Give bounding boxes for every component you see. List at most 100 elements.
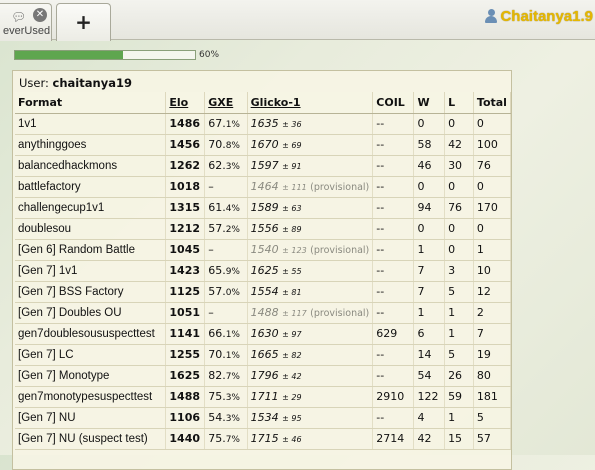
gxe-int: 62. <box>208 159 226 172</box>
total-cell: 19 <box>473 344 512 366</box>
user-menu[interactable]: Chaitanya1.9 <box>485 6 595 26</box>
elo-cell: 1423 <box>165 260 206 282</box>
losses-cell: 42 <box>444 134 474 156</box>
losses-cell: 59 <box>444 386 474 408</box>
new-tab-button[interactable]: + <box>56 3 111 41</box>
gxe-int: 61. <box>208 201 226 214</box>
losses-cell: 0 <box>444 218 474 240</box>
format-cell: [Gen 7] LC <box>15 344 167 366</box>
glicko-rating: 1534 <box>250 411 279 424</box>
gxe-int: 57. <box>208 222 226 235</box>
coil-cell: -- <box>372 365 415 387</box>
coil-cell: -- <box>372 176 415 198</box>
coil-cell: -- <box>372 260 415 282</box>
glicko-rating: 1711 <box>250 390 279 403</box>
elo-cell: 1488 <box>165 386 206 408</box>
format-cell: 1v1 <box>15 113 167 135</box>
wins-cell: 0 <box>413 218 446 240</box>
glicko-deviation: ± 81 <box>282 288 302 297</box>
table-row: 1v1 1486 67.1% 1635 ± 36 -- 0 0 0 <box>15 113 512 135</box>
table-row: anythinggoes 1456 70.8% 1670 ± 69 -- 58 42 100 <box>15 134 512 156</box>
gxe-dec: 1% <box>225 120 240 130</box>
gxe-dec: 4% <box>225 204 240 214</box>
gxe-cell: 70.8% <box>204 134 248 156</box>
glicko-deviation: ± 42 <box>282 372 302 381</box>
losses-cell: 3 <box>444 260 474 282</box>
top-bar: 💬︎ ✕ everUsed + Chaitanya1.9 <box>0 0 595 41</box>
col-coil: COIL <box>372 92 415 114</box>
col-losses: L <box>444 92 474 114</box>
losses-cell: 1 <box>444 302 474 324</box>
losses-cell: 26 <box>444 365 474 387</box>
gxe-int: 54. <box>208 411 226 424</box>
room-tab-label: everUsed <box>3 25 51 37</box>
losses-cell: 30 <box>444 155 474 177</box>
glicko-rating: 1715 <box>250 432 279 445</box>
gxe-dec: 8% <box>225 141 240 151</box>
total-cell: 0 <box>473 113 512 135</box>
gxe-int: – <box>208 180 214 193</box>
elo-cell: 1255 <box>165 344 206 366</box>
gxe-dec: 3% <box>225 162 240 172</box>
glicko-deviation: ± 36 <box>282 120 302 129</box>
wins-cell: 0 <box>413 113 446 135</box>
gxe-cell: – <box>204 239 248 261</box>
coil-cell: -- <box>372 302 415 324</box>
elo-cell: 1315 <box>165 197 206 219</box>
losses-cell: 15 <box>444 428 474 450</box>
table-row: [Gen 6] Random Battle 1045– 1540 ± 123 (pr… <box>15 239 512 261</box>
col-format: Format <box>15 92 167 114</box>
gxe-dec: 1% <box>225 330 240 340</box>
coil-cell: -- <box>372 281 415 303</box>
format-cell: doublesou <box>15 218 167 240</box>
glicko-rating: 1670 <box>250 138 279 151</box>
glicko-deviation: ± 82 <box>282 351 302 360</box>
provisional-tag: (provisional) <box>310 182 370 193</box>
format-cell: balancedhackmons <box>15 155 167 177</box>
room-tab-everused[interactable]: 💬︎ ✕ everUsed <box>0 3 52 41</box>
total-cell: 12 <box>473 281 512 303</box>
wins-cell: 7 <box>413 260 446 282</box>
glicko-deviation: ± 55 <box>282 267 302 276</box>
col-wins: W <box>413 92 446 114</box>
elo-cell: 1125 <box>165 281 206 303</box>
elo-cell: 1212 <box>165 218 206 240</box>
table-row: balancedhackmons 1262 62.3% 1597 ± 91 -- 46 3… <box>15 155 512 177</box>
format-cell: anythinggoes <box>15 134 167 156</box>
col-gxe[interactable]: GXE <box>204 92 248 114</box>
gxe-cell: 67.1% <box>204 113 248 135</box>
total-cell: 5 <box>473 407 512 429</box>
gxe-dec: 2% <box>225 225 240 235</box>
glicko-cell: 1715 ± 46 <box>247 428 374 450</box>
gxe-cell: 75.3% <box>204 386 248 408</box>
col-glicko[interactable]: Glicko-1 <box>247 92 374 114</box>
elo-cell: 1625 <box>165 365 206 387</box>
glicko-deviation: ± 46 <box>282 435 302 444</box>
gxe-cell: 70.1% <box>204 344 248 366</box>
glicko-cell: 1635 ± 36 <box>247 113 374 135</box>
total-cell: 10 <box>473 260 512 282</box>
elo-cell: 1456 <box>165 134 206 156</box>
format-cell: gen7doublesoususpecttest <box>15 323 167 345</box>
glicko-cell: 1464 ± 111 (provisional) <box>247 176 374 198</box>
table-row: [Gen 7] Doubles OU 1051– 1488 ± 117 (provi… <box>15 302 512 324</box>
table-row: doublesou 1212 57.2% 1556 ± 89 -- 0 0 0 <box>15 218 512 240</box>
close-tab-icon[interactable]: ✕ <box>33 8 47 22</box>
gxe-int: 66. <box>208 327 226 340</box>
gxe-cell: 66.1% <box>204 323 248 345</box>
coil-cell: -- <box>372 218 415 240</box>
col-elo[interactable]: Elo <box>165 92 206 114</box>
coil-cell: -- <box>372 134 415 156</box>
gxe-int: 70. <box>208 138 226 151</box>
glicko-cell: 1488 ± 117 (provisional) <box>247 302 374 324</box>
gxe-int: 67. <box>208 117 226 130</box>
user-name: chaitanya19 <box>52 76 132 90</box>
gxe-dec: 7% <box>225 435 240 445</box>
username[interactable]: Chaitanya1.9 <box>500 8 593 25</box>
glicko-deviation: ± 91 <box>282 162 302 171</box>
table-row: challengecup1v1 1315 61.4% 1589 ± 63 -- 94 76… <box>15 197 512 219</box>
progress-bar: 60% <box>14 48 314 62</box>
elo-cell: 1018 <box>165 176 206 198</box>
total-cell: 76 <box>473 155 512 177</box>
glicko-rating: 1464 <box>250 180 279 193</box>
